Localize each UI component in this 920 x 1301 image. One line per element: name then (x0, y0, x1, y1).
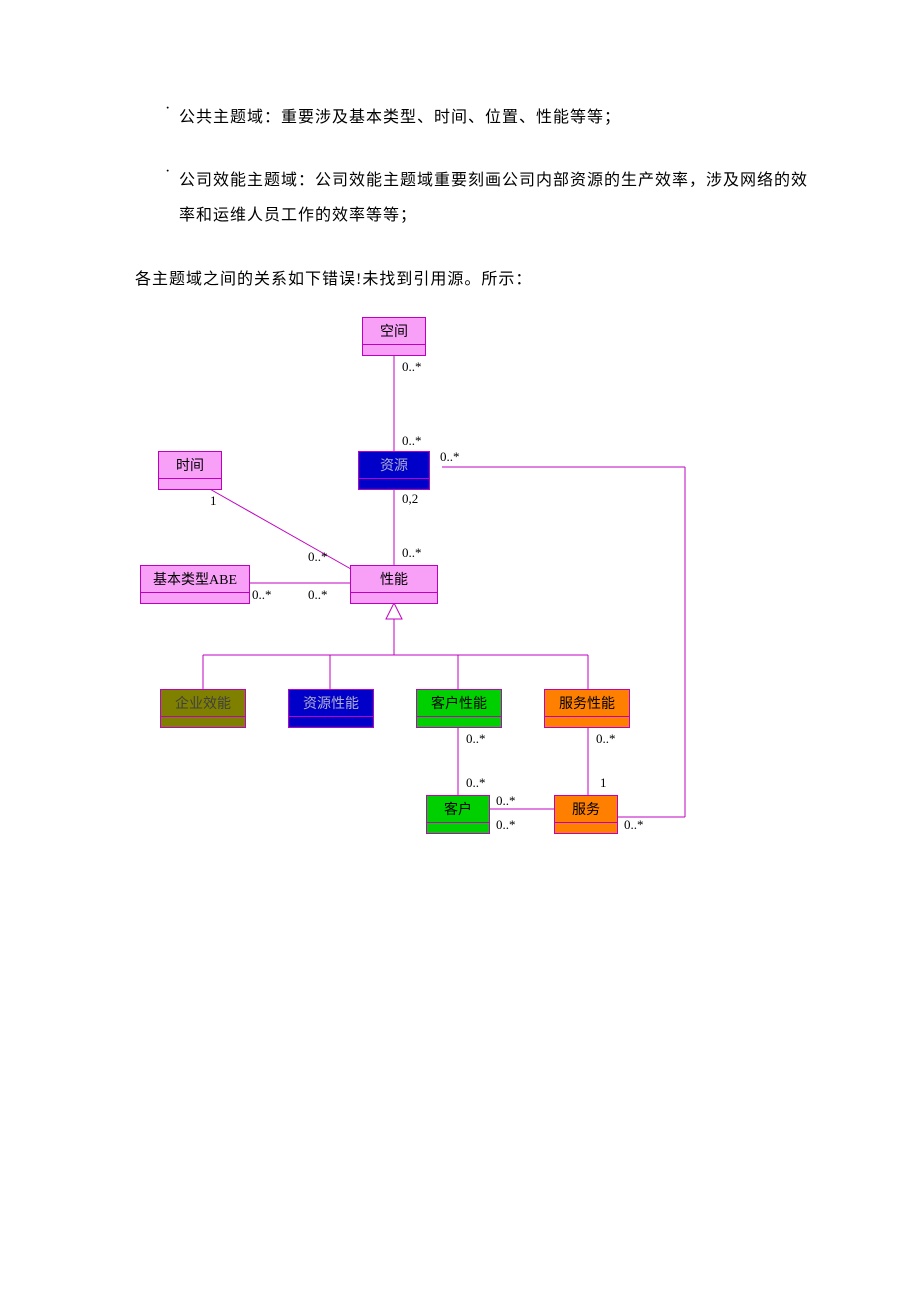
mult-label: 0,2 (402, 491, 418, 507)
node-space: 空间 (362, 317, 426, 356)
intro-paragraph: 各主题域之间的关系如下错误!未找到引用源。所示： (135, 262, 810, 297)
mult-label: 0..* (496, 793, 516, 809)
node-time: 时间 (158, 451, 222, 490)
node-label: 性能 (351, 566, 437, 592)
node-service: 服务 (554, 795, 618, 834)
mult-label: 0..* (402, 433, 422, 449)
node-label: 时间 (159, 452, 221, 478)
mult-label: 0..* (308, 587, 328, 603)
uml-diagram: 空间 时间 资源 基本类型ABE 性能 企业效能 资源性能 客户性能 服务性能 … (140, 317, 700, 857)
mult-label: 1 (600, 775, 607, 791)
node-serv-perf: 服务性能 (544, 689, 630, 728)
bullet-text: 公共主题域：重要涉及基本类型、时间、位置、性能等等； (179, 100, 621, 135)
node-customer: 客户 (426, 795, 490, 834)
node-label: 基本类型ABE (141, 566, 249, 592)
bullet-list: · 公共主题域：重要涉及基本类型、时间、位置、性能等等； · 公司效能主题域：公… (165, 100, 810, 234)
mult-label: 0..* (466, 731, 486, 747)
node-res-perf: 资源性能 (288, 689, 374, 728)
node-cust-perf: 客户性能 (416, 689, 502, 728)
node-label: 客户 (427, 796, 489, 822)
bullet-text: 公司效能主题域：公司效能主题域重要刻画公司内部资源的生产效率，涉及网络的效率和运… (179, 163, 810, 233)
mult-label: 0..* (624, 817, 644, 833)
node-ent-eff: 企业效能 (160, 689, 246, 728)
node-perf: 性能 (350, 565, 438, 604)
bullet-item: · 公共主题域：重要涉及基本类型、时间、位置、性能等等； (165, 100, 810, 135)
mult-label: 0..* (308, 549, 328, 565)
mult-label: 0..* (402, 359, 422, 375)
node-label: 客户性能 (417, 690, 501, 716)
node-resource: 资源 (358, 451, 430, 490)
mult-label: 0..* (496, 817, 516, 833)
mult-label: 1 (210, 493, 217, 509)
mult-label: 0..* (466, 775, 486, 791)
node-label: 资源 (359, 452, 429, 478)
node-label: 空间 (363, 318, 425, 344)
bullet-dot: · (165, 100, 179, 135)
node-basic: 基本类型ABE (140, 565, 250, 604)
node-label: 服务 (555, 796, 617, 822)
node-label: 资源性能 (289, 690, 373, 716)
mult-label: 0..* (252, 587, 272, 603)
node-label: 服务性能 (545, 690, 629, 716)
node-label: 企业效能 (161, 690, 245, 716)
mult-label: 0..* (402, 545, 422, 561)
bullet-item: · 公司效能主题域：公司效能主题域重要刻画公司内部资源的生产效率，涉及网络的效率… (165, 163, 810, 233)
mult-label: 0..* (596, 731, 616, 747)
mult-label: 0..* (440, 449, 460, 465)
bullet-dot: · (165, 163, 179, 233)
